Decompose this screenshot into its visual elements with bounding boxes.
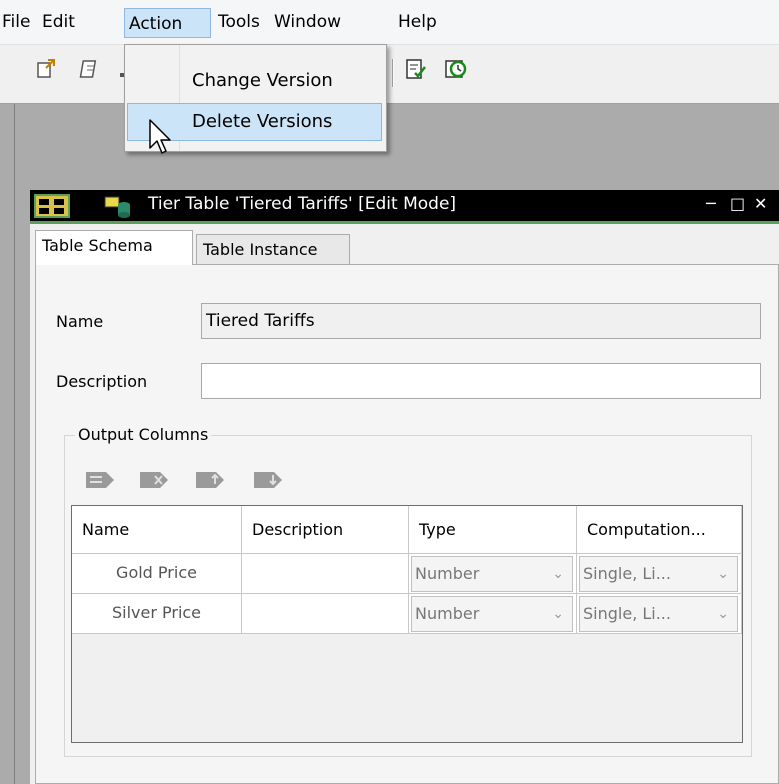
table-row-computation-cell: Single, Li... ⌄ <box>577 594 742 634</box>
name-field[interactable]: Tiered Tariffs <box>201 303 761 339</box>
menu-help[interactable]: Help <box>398 10 437 34</box>
mdi-left-edge <box>0 104 15 784</box>
output-columns-grid: Name Description Type Computation... Gol… <box>71 505 743 743</box>
chevron-down-icon: ⌄ <box>552 566 564 582</box>
computation-select-value: Single, Li... <box>583 564 671 583</box>
window-title-bar[interactable]: Tier Table 'Tiered Tariffs' [Edit Mode] … <box>30 190 779 224</box>
table-row-name[interactable]: Silver Price <box>72 594 242 634</box>
column-header-type[interactable]: Type <box>409 506 577 554</box>
tier-table-icon <box>34 194 70 218</box>
type-select[interactable]: Number ⌄ <box>411 596 573 632</box>
minimize-icon[interactable]: ─ <box>706 194 716 213</box>
menu-window[interactable]: Window <box>274 10 341 34</box>
database-table-icon <box>104 196 130 218</box>
delete-column-icon[interactable] <box>138 469 170 491</box>
menu-tools[interactable]: Tools <box>218 10 260 34</box>
new-document-icon[interactable] <box>34 57 58 81</box>
toolbar-separator <box>392 59 394 87</box>
table-row-computation-cell: Single, Li... ⌄ <box>577 554 742 594</box>
menubar: File Edit Action Tools Window Help <box>0 0 779 45</box>
column-header-description[interactable]: Description <box>242 506 409 554</box>
chevron-down-icon: ⌄ <box>717 566 729 582</box>
close-icon[interactable]: ✕ <box>754 194 767 213</box>
output-columns-legend: Output Columns <box>75 425 212 444</box>
description-label: Description <box>56 372 148 391</box>
column-header-computation[interactable]: Computation... <box>577 506 742 554</box>
chevron-down-icon: ⌄ <box>552 606 564 622</box>
history-clock-icon[interactable] <box>444 57 468 81</box>
table-row-type-cell: Number ⌄ <box>409 594 577 634</box>
table-row-name[interactable]: Gold Price <box>72 554 242 594</box>
computation-select[interactable]: Single, Li... ⌄ <box>579 556 738 592</box>
move-up-icon[interactable] <box>194 469 226 491</box>
table-row-type-cell: Number ⌄ <box>409 554 577 594</box>
toolbar <box>0 45 779 104</box>
checklist-icon[interactable] <box>404 57 428 81</box>
tab-table-instance[interactable]: Table Instance <box>196 234 350 264</box>
computation-select-value: Single, Li... <box>583 604 671 623</box>
name-label: Name <box>56 312 104 331</box>
menu-file[interactable]: File <box>2 10 30 34</box>
tab-table-schema[interactable]: Table Schema <box>35 230 193 265</box>
column-header-name[interactable]: Name <box>72 506 242 554</box>
menu-action[interactable]: Action <box>124 8 211 38</box>
add-column-icon[interactable] <box>84 469 116 491</box>
table-row-description[interactable] <box>242 594 409 634</box>
description-field[interactable] <box>201 363 761 399</box>
type-select-value: Number <box>415 604 480 623</box>
restore-icon[interactable]: □ <box>730 194 745 213</box>
move-down-icon[interactable] <box>252 469 284 491</box>
menu-item-change-version[interactable]: Change Version <box>127 62 382 100</box>
menu-edit[interactable]: Edit <box>42 10 75 34</box>
type-select-value: Number <box>415 564 480 583</box>
mouse-cursor-icon <box>149 119 171 154</box>
chevron-down-icon: ⌄ <box>717 606 729 622</box>
type-select[interactable]: Number ⌄ <box>411 556 573 592</box>
open-document-icon[interactable] <box>78 57 102 81</box>
table-row-description[interactable] <box>242 554 409 594</box>
computation-select[interactable]: Single, Li... ⌄ <box>579 596 738 632</box>
window-title: Tier Table 'Tiered Tariffs' [Edit Mode] <box>148 194 457 214</box>
